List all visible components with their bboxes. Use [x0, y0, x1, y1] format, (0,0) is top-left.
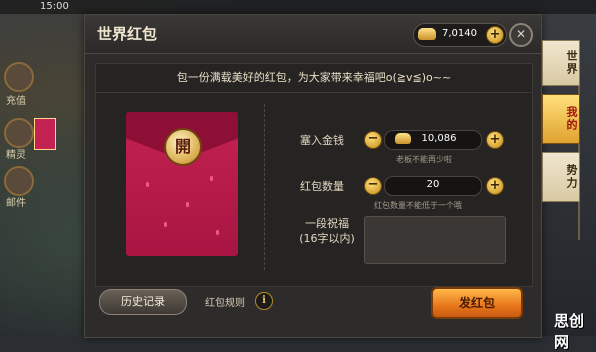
clock-text: 15:00 — [40, 1, 69, 12]
money-increase-button[interactable]: + — [486, 131, 504, 149]
status-strip: 15:00 — [0, 0, 596, 14]
dialog-title: 世界红包 — [97, 25, 158, 43]
blessing-input[interactable] — [364, 216, 506, 264]
tab-world[interactable]: 世界 — [542, 40, 580, 86]
money-decrease-button[interactable]: − — [364, 131, 382, 149]
petal-decoration — [210, 176, 213, 181]
mail-label: 邮件 — [6, 198, 26, 209]
close-button[interactable]: ✕ — [509, 23, 533, 47]
petal-decoration — [186, 202, 189, 207]
currency-display: 7,0140 + — [413, 23, 507, 47]
money-label: 塞入金钱 — [300, 134, 344, 147]
rules-label: 红包规则 — [205, 298, 245, 309]
count-label: 红包数量 — [300, 180, 344, 193]
tab-mine[interactable]: 我的 — [542, 94, 580, 144]
red-packet-shortcut-icon[interactable] — [34, 118, 56, 150]
recharge-icon[interactable] — [4, 62, 34, 92]
red-envelope-image: 開 — [126, 112, 238, 256]
blessing-label-line1: 一段祝福 — [305, 217, 349, 230]
currency-value: 7,0140 — [442, 28, 477, 39]
dialog-content: 包一份满载美好的红包，为大家带来幸福吧o(≧v≦)o~~ 開 塞入金钱 − 10… — [95, 63, 533, 287]
dialog-header: 世界红包 7,0140 + ✕ — [85, 15, 541, 54]
count-decrease-button[interactable]: − — [364, 177, 382, 195]
money-stepper[interactable]: 10,086 — [384, 130, 482, 150]
info-icon[interactable]: i — [255, 292, 273, 310]
count-increase-button[interactable]: + — [486, 177, 504, 195]
history-button[interactable]: 历史记录 — [99, 289, 187, 315]
blessing-message: 包一份满载美好的红包，为大家带来幸福吧o(≧v≦)o~~ — [96, 64, 532, 93]
blessing-label: 一段祝福 (16字以内) — [298, 216, 356, 246]
petal-decoration — [216, 230, 219, 235]
money-value: 10,086 — [421, 133, 457, 144]
count-stepper[interactable]: 20 — [384, 176, 482, 196]
recharge-label: 充值 — [6, 96, 26, 107]
petal-decoration — [146, 182, 149, 187]
tab-faction[interactable]: 势力 — [542, 152, 580, 202]
wizard-label: 精灵 — [6, 150, 26, 161]
petal-decoration — [164, 222, 167, 227]
send-red-packet-button[interactable]: 发红包 — [431, 287, 523, 319]
gold-ingot-icon — [418, 28, 436, 40]
world-red-packet-dialog: 世界红包 7,0140 + ✕ 包一份满载美好的红包，为大家带来幸福吧o(≧v≦… — [84, 14, 542, 338]
blessing-label-line2: (16字以内) — [299, 232, 355, 245]
wizard-icon[interactable] — [4, 118, 34, 148]
money-hint: 老板不能再少啦 — [396, 155, 452, 164]
add-currency-button[interactable]: + — [486, 26, 504, 44]
section-divider — [264, 104, 266, 270]
watermark: 思创网 — [554, 312, 585, 351]
envelope-seal: 開 — [164, 128, 202, 166]
count-value: 20 — [426, 179, 440, 190]
count-hint: 红包数量不能低于一个哦 — [374, 201, 462, 210]
mail-icon[interactable] — [4, 166, 34, 196]
